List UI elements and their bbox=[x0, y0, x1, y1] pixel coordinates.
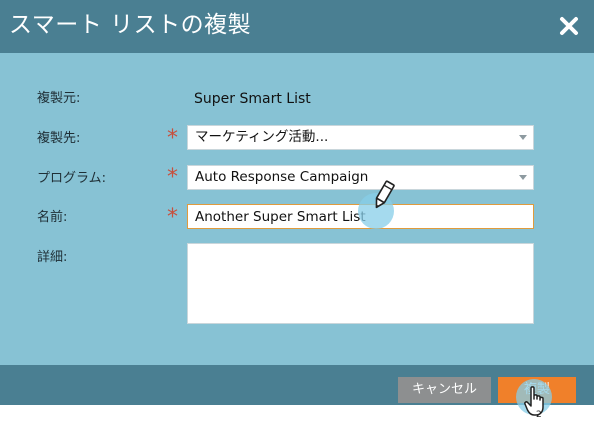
source-value: Super Smart List bbox=[194, 91, 311, 107]
step-number-2: 2 bbox=[536, 410, 542, 420]
close-icon[interactable] bbox=[558, 15, 580, 37]
dialog-header: スマート リストの複製 bbox=[0, 0, 594, 53]
clone-smart-list-dialog: スマート リストの複製 複製元: Super Smart List 複製先: *… bbox=[0, 0, 594, 420]
program-select[interactable]: Auto Response Campaign bbox=[187, 165, 534, 190]
required-mark: * bbox=[167, 205, 178, 230]
pencil-cursor-icon bbox=[375, 180, 395, 209]
details-label: 詳細: bbox=[37, 250, 68, 265]
destination-label: 複製先: bbox=[37, 131, 81, 146]
required-mark: * bbox=[167, 126, 178, 151]
chevron-down-icon bbox=[519, 135, 527, 140]
destination-value: マーケティング活動... bbox=[195, 129, 329, 145]
details-textarea[interactable] bbox=[187, 243, 534, 324]
program-value: Auto Response Campaign bbox=[195, 169, 369, 185]
chevron-down-icon bbox=[519, 175, 527, 180]
dialog-title: スマート リストの複製 bbox=[9, 12, 252, 38]
required-mark: * bbox=[167, 165, 178, 190]
source-label: 複製元: bbox=[37, 91, 81, 106]
program-label: プログラム: bbox=[37, 171, 106, 186]
cancel-button[interactable]: キャンセル bbox=[398, 377, 491, 403]
name-label: 名前: bbox=[37, 210, 68, 225]
destination-select[interactable]: マーケティング活動... bbox=[187, 125, 534, 150]
